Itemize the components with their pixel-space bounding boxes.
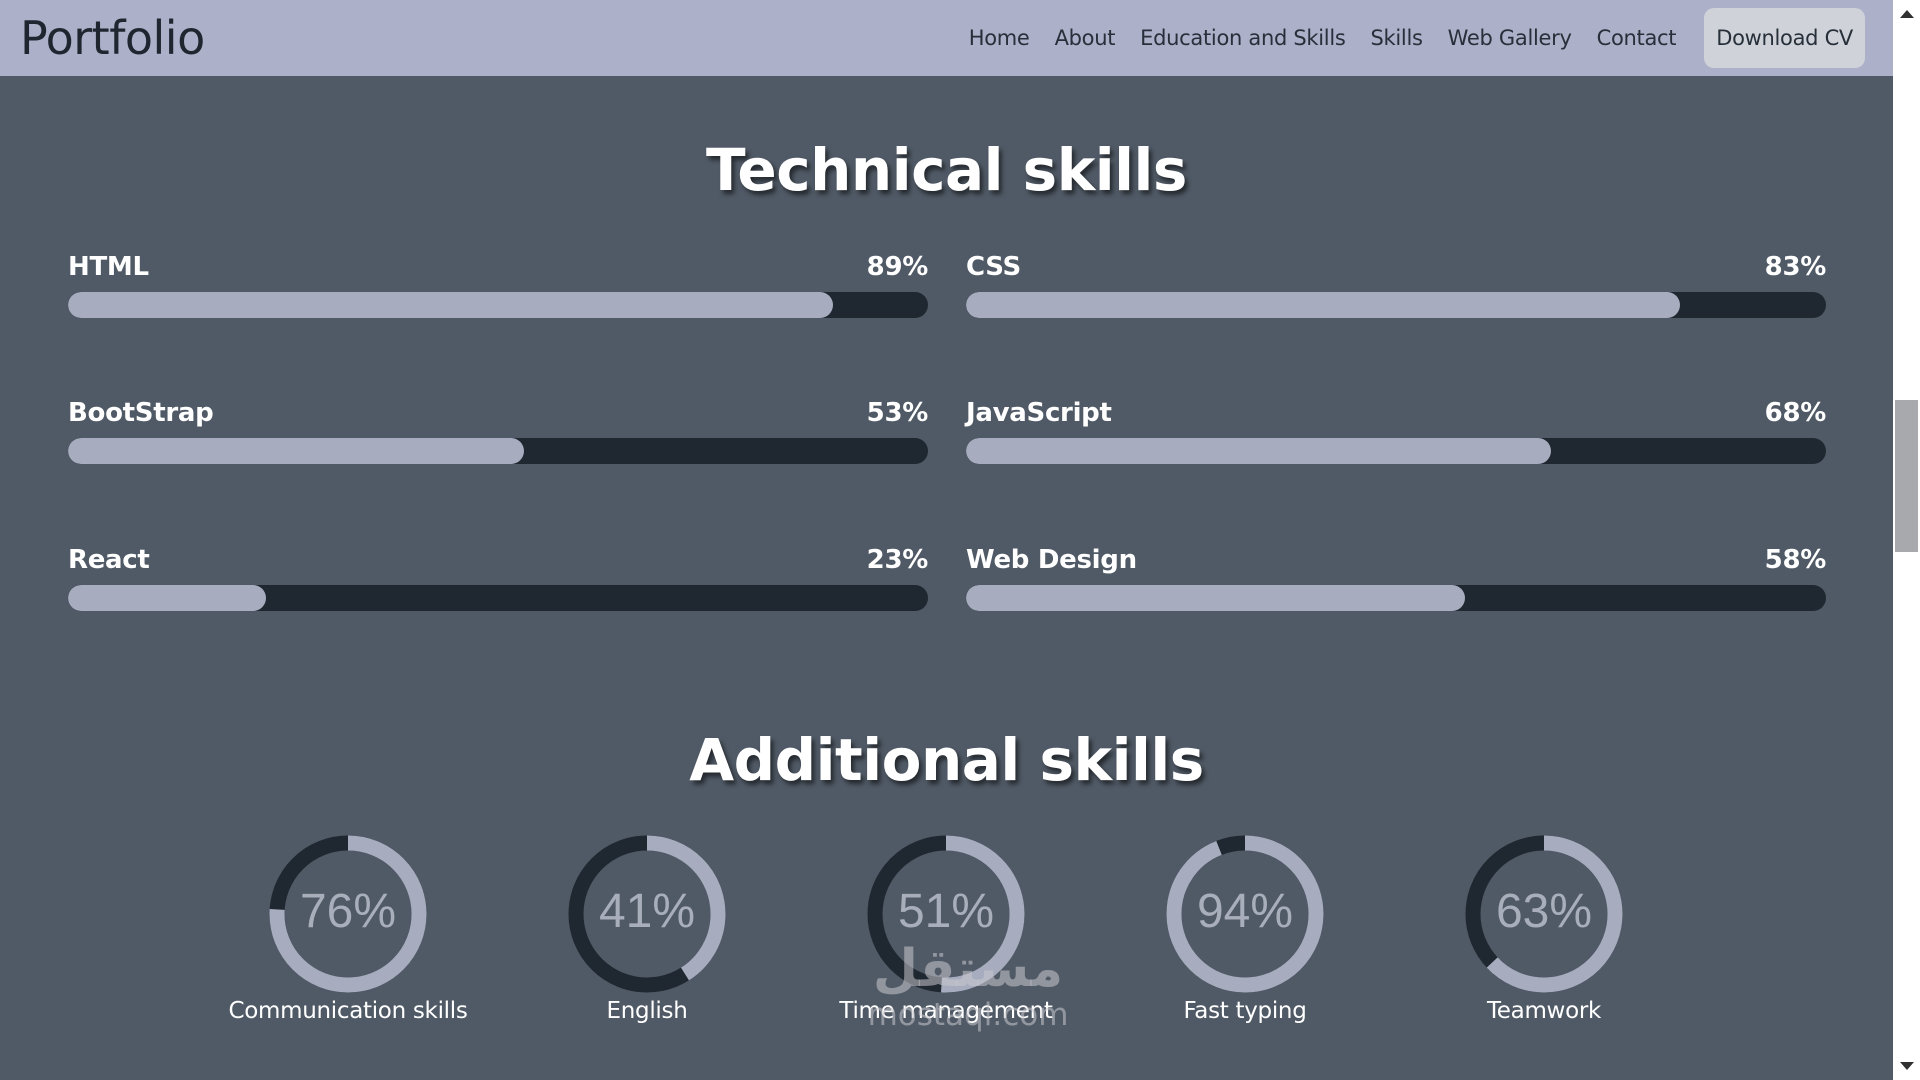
download-cv-button[interactable]: Download CV [1704,8,1865,68]
nav-link-home[interactable]: Home [969,26,1030,50]
skill-percent: 58% [1764,545,1827,575]
skill-track [966,585,1826,611]
nav-link-web-gallery[interactable]: Web Gallery [1448,26,1572,50]
skill-name: HTML [68,252,149,282]
skill-bar-react: React 23% [68,545,929,611]
skill-track [68,585,928,611]
circle-skill-communication: 76% Communication skills [198,834,498,1034]
circle-label: English [606,998,688,1024]
skill-bar-javascript: JavaScript 68% [966,398,1827,464]
skill-track [966,438,1826,464]
skill-fill [966,438,1551,464]
circle-label: Communication skills [228,998,468,1024]
skill-percent: 89% [866,252,929,282]
skill-fill [68,585,266,611]
circle-percent: 63% [1495,885,1593,938]
navbar: Portfolio Home About Education and Skill… [0,0,1893,76]
skill-name: BootStrap [68,398,214,428]
circle-label: Fast typing [1183,998,1307,1024]
skill-percent: 68% [1764,398,1827,428]
skill-percent: 83% [1764,252,1827,282]
scroll-up-arrow-icon[interactable] [1900,10,1914,18]
skill-fill [68,438,524,464]
scroll-down-arrow-icon[interactable] [1900,1062,1914,1070]
skill-fill [966,585,1465,611]
scrollbar-thumb[interactable] [1895,400,1918,552]
circle-skill-teamwork: 63% Teamwork [1394,834,1694,1034]
circle-skill-fast-typing: 94% Fast typing [1095,834,1395,1034]
skill-fill [68,292,834,318]
skill-track [68,292,928,318]
skill-bar-web-design: Web Design 58% [966,545,1827,611]
vertical-scrollbar[interactable] [1893,0,1920,1080]
skill-percent: 53% [866,398,929,428]
nav-links: Home About Education and Skills Skills W… [944,8,1865,68]
skill-bar-html: HTML 89% [68,252,929,318]
circle-skill-english: 41% English [497,834,797,1034]
nav-link-education[interactable]: Education and Skills [1140,26,1346,50]
skill-track [68,438,928,464]
circle-percent: 76% [299,885,397,938]
skill-bar-css: CSS 83% [966,252,1827,318]
circle-label: Teamwork [1486,998,1602,1024]
technical-skills-title: Technical skills [706,136,1187,204]
skill-track [966,292,1826,318]
skill-name: JavaScript [966,398,1112,428]
brand-logo[interactable]: Portfolio [20,10,205,66]
skill-name: CSS [966,252,1021,282]
mostaql-watermark: مستقل mostaql.com [843,940,1093,1032]
circle-percent: 94% [1196,885,1294,938]
circle-percent: 41% [598,885,696,938]
nav-link-about[interactable]: About [1055,26,1116,50]
nav-link-contact[interactable]: Contact [1597,26,1677,50]
skill-name: Web Design [966,545,1137,575]
watermark-latin: mostaql.com [867,997,1069,1033]
nav-link-skills[interactable]: Skills [1371,26,1423,50]
skill-fill [966,292,1680,318]
skill-bar-bootstrap: BootStrap 53% [68,398,929,464]
circle-percent: 51% [897,885,995,938]
skill-name: React [68,545,150,575]
skill-percent: 23% [866,545,929,575]
additional-skills-title: Additional skills [689,726,1204,794]
watermark-arabic: مستقل [872,939,1064,999]
